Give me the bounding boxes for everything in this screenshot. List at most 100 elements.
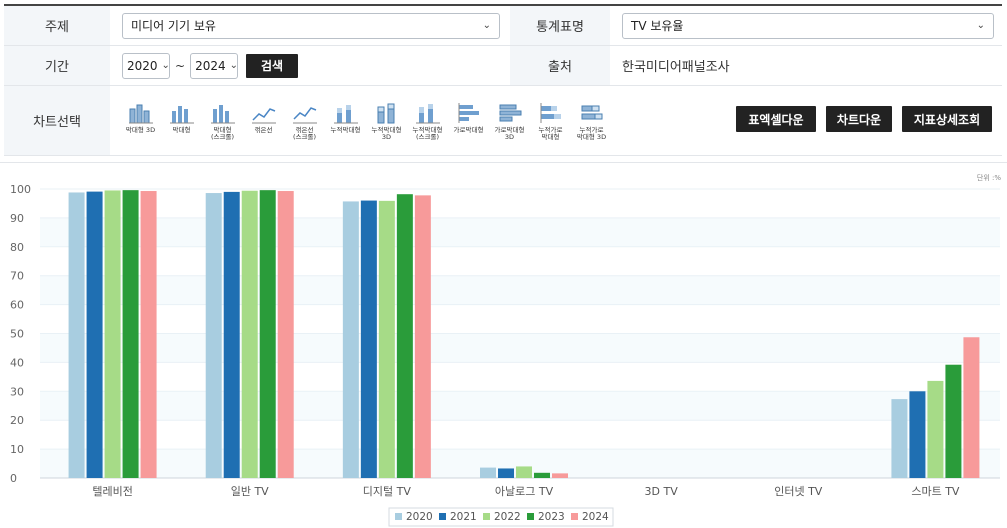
bar-scroll-icon	[210, 104, 235, 123]
subject-select-value: 미디어 기기 보유	[131, 19, 216, 33]
subject-cell: 미디어 기기 보유 ⌄	[110, 6, 510, 45]
bar-2023	[259, 190, 276, 478]
y-tick-label: 70	[10, 270, 24, 283]
x-category-label: 디지털 TV	[363, 485, 412, 498]
end-year-select[interactable]: 2024 ⌄	[190, 52, 239, 79]
y-tick-label: 100	[10, 183, 31, 196]
legend-swatch	[395, 513, 402, 520]
chart-type-label: 꺾은선	[254, 125, 273, 134]
period-separator: ~	[175, 58, 186, 73]
bar-2024	[414, 195, 431, 478]
bar-2021	[498, 468, 514, 478]
x-category-label: 일반 TV	[231, 484, 269, 498]
chart-download-button[interactable]: 차트다운	[826, 106, 892, 132]
chart-type-option[interactable]: 가로막대형	[448, 101, 489, 134]
y-tick-label: 90	[10, 212, 24, 225]
indicator-detail-button[interactable]: 지표상세조회	[902, 106, 992, 132]
bar-2024	[277, 191, 294, 478]
chart-type-option[interactable]: 막대형	[161, 101, 202, 134]
y-tick-label: 10	[10, 443, 24, 456]
legend-swatch	[527, 513, 534, 520]
bar-2020	[891, 399, 908, 478]
x-category-label: 아날로그 TV	[495, 485, 554, 498]
grid-band	[40, 333, 1000, 363]
bar-2020	[205, 193, 222, 478]
legend-label: 2023	[538, 511, 565, 523]
legend-label: 2020	[406, 511, 433, 523]
line-icon	[251, 107, 276, 123]
start-year-value: 2020	[127, 58, 158, 73]
y-tick-label: 20	[10, 414, 24, 427]
bar-2022	[516, 466, 532, 478]
chevron-down-icon: ⌄	[229, 60, 238, 71]
grid-band	[40, 275, 1000, 305]
bar-2020	[480, 467, 496, 478]
period-label: 기간	[4, 46, 110, 85]
bar-2021	[909, 391, 926, 478]
chart-type-label: 막대형 (스크롤)	[210, 125, 234, 141]
chart-type-option[interactable]: 누적막대형 (스크롤)	[407, 101, 448, 141]
bar-2020	[342, 201, 359, 478]
stat-label: 통계표명	[510, 6, 610, 45]
bar-2023	[396, 194, 413, 478]
chart-type-option[interactable]: 누적막대형	[325, 101, 366, 134]
chart-type-option[interactable]: 막대형 3D	[120, 101, 161, 134]
chart-type-option[interactable]: 누적가로 막대형	[530, 101, 571, 141]
search-button[interactable]: 검색	[246, 53, 299, 78]
chart-type-label: 가로막대형 3D	[494, 125, 525, 141]
filter-form: 주제 미디어 기기 보유 ⌄ 통계표명 TV 보유율 ⌄ 기간 2020 ⌄ ~…	[4, 4, 1002, 156]
chart-type-option[interactable]: 누적가로 막대형 3D	[571, 101, 612, 141]
chart-type-label: 누적막대형 (스크롤)	[412, 125, 443, 141]
y-tick-label: 60	[10, 299, 24, 312]
chart-type-option[interactable]: 꺾은선	[243, 101, 284, 134]
horizontal-bar-icon	[458, 102, 479, 123]
bar-2022	[927, 380, 944, 478]
bar-2021	[86, 191, 103, 478]
chart-type-option[interactable]: 꺾은선 (스크롤)	[284, 101, 325, 141]
bar-2023	[945, 364, 962, 478]
bar-2021	[360, 200, 377, 478]
bar-2024	[140, 191, 157, 478]
bar-2022	[104, 190, 121, 478]
grid-band	[40, 217, 1000, 247]
bar-2023	[122, 190, 139, 478]
stat-select[interactable]: TV 보유율 ⌄	[622, 12, 994, 39]
bar-icon	[169, 105, 194, 123]
chevron-down-icon: ⌄	[482, 20, 491, 31]
table-excel-download-button[interactable]: 표엑셀다운	[736, 106, 816, 132]
filter-row-period: 기간 2020 ⌄ ~ 2024 ⌄ 검색 출처 한국미디어패널조사	[4, 46, 1002, 86]
x-category-label: 텔레비전	[92, 485, 132, 498]
grid-band	[40, 391, 1000, 421]
legend-label: 2024	[582, 511, 609, 523]
chart-type-option[interactable]: 가로막대형 3D	[489, 101, 530, 141]
stacked-horizontal-bar-icon	[540, 102, 561, 123]
x-category-label: 인터넷 TV	[774, 485, 823, 498]
legend-swatch	[571, 513, 578, 520]
action-buttons: 표엑셀다운 차트다운 지표상세조회	[736, 106, 992, 132]
filter-row-subject: 주제 미디어 기기 보유 ⌄ 통계표명 TV 보유율 ⌄	[4, 6, 1002, 46]
bar-2023	[534, 472, 550, 478]
end-year-value: 2024	[195, 58, 226, 73]
bar-2024	[552, 473, 568, 478]
chart-type-cell: 막대형 3D 막대형 막대형 (스크롤) 꺾은선 꺾은선 (스크롤) 누적막대형 누적막대형…	[110, 86, 1002, 155]
bar-2020	[68, 192, 85, 478]
chart-type-label: 누적가로 막대형 3D	[576, 125, 607, 141]
chart-type-option[interactable]: 막대형 (스크롤)	[202, 101, 243, 141]
chart-type-label: 가로막대형	[453, 125, 484, 134]
chevron-down-icon: ⌄	[976, 20, 985, 31]
stacked-horizontal-bar-3d-icon	[581, 105, 602, 119]
chart-select-label: 차트선택	[4, 86, 110, 155]
horizontal-bar-3d-icon	[499, 104, 521, 121]
stacked-bar-3d-icon	[377, 103, 394, 123]
chart-type-option[interactable]: 누적막대형 3D	[366, 101, 407, 141]
legend-swatch	[483, 513, 490, 520]
chart-type-label: 막대형	[172, 125, 191, 134]
subject-label: 주제	[4, 6, 110, 45]
stacked-bar-scroll-icon	[415, 103, 440, 123]
bar-2024	[963, 337, 980, 478]
y-tick-label: 50	[10, 328, 24, 341]
subject-select[interactable]: 미디어 기기 보유 ⌄	[122, 12, 500, 39]
stat-cell: TV 보유율 ⌄	[610, 6, 1002, 45]
source-value: 한국미디어패널조사	[622, 60, 730, 75]
start-year-select[interactable]: 2020 ⌄	[122, 52, 170, 79]
